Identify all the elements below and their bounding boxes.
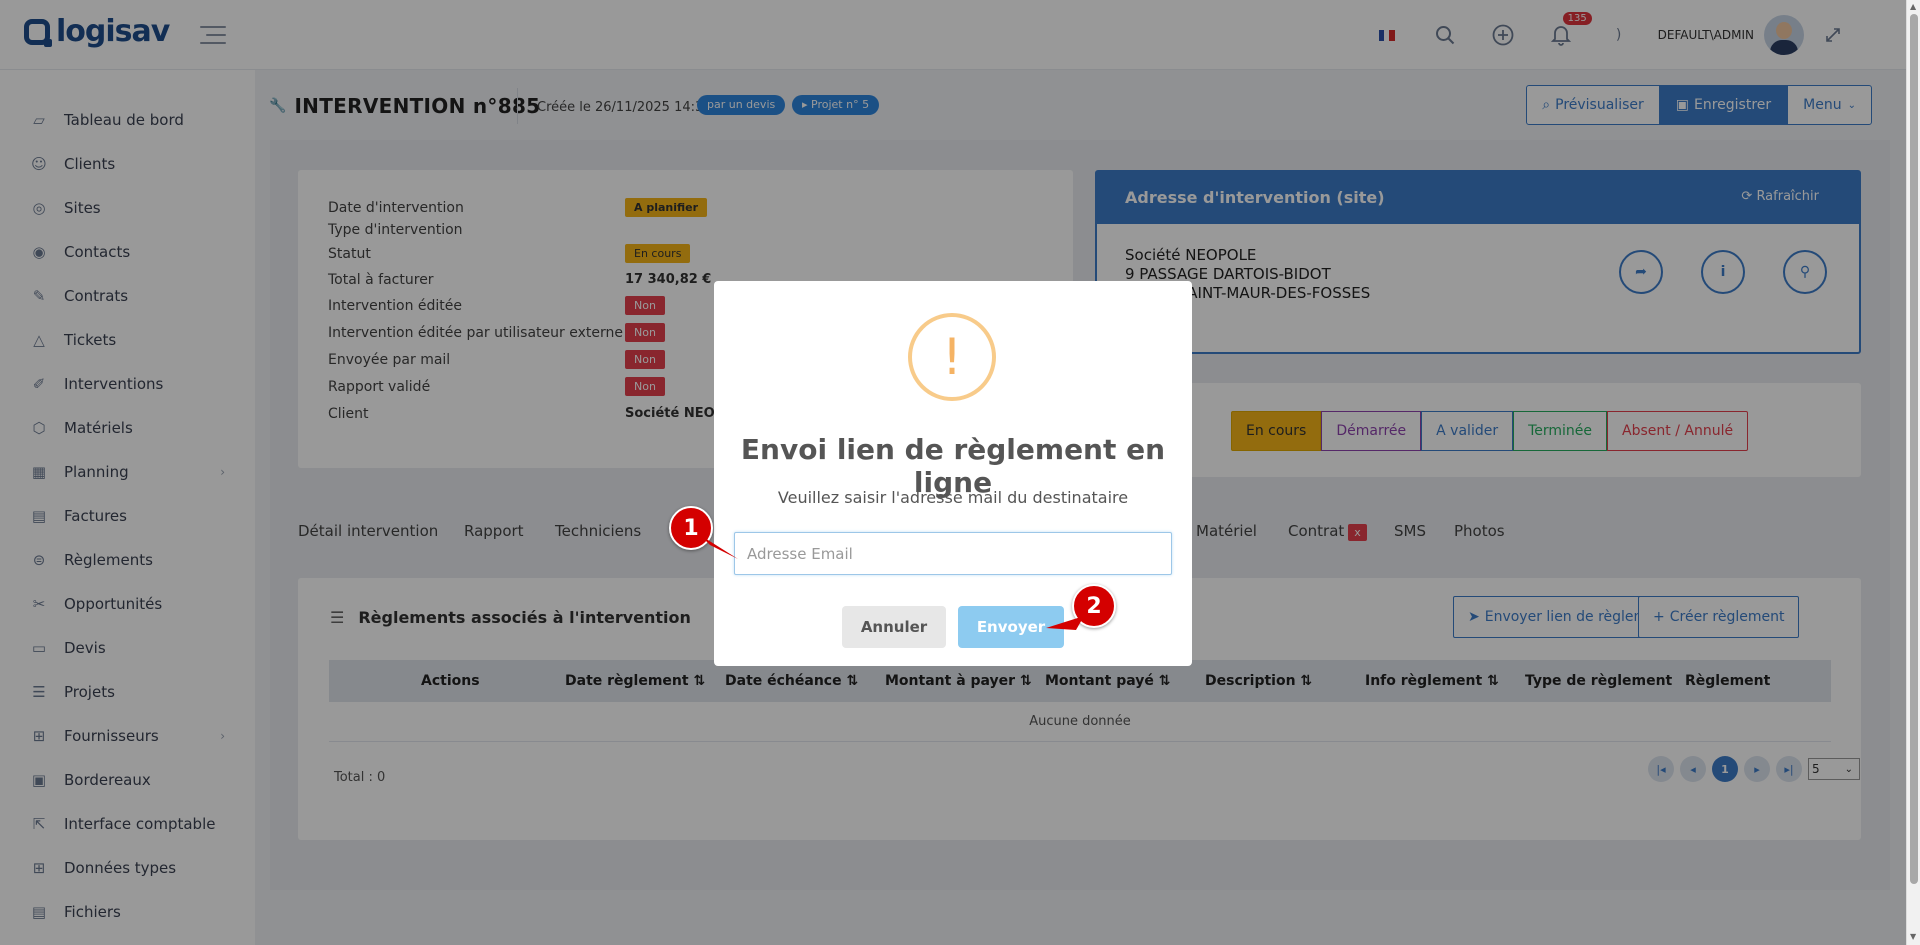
step-pointer-2 bbox=[1046, 616, 1084, 630]
email-field[interactable] bbox=[734, 532, 1172, 575]
scrollbar-thumb[interactable] bbox=[1910, 14, 1918, 884]
step-pointer-1 bbox=[700, 535, 738, 559]
payment-link-dialog: ! Envoi lien de règlement en ligne Veuil… bbox=[714, 281, 1192, 666]
warning-icon: ! bbox=[908, 313, 996, 401]
page-scrollbar[interactable]: ▲ ▼ bbox=[1906, 0, 1920, 945]
dialog-text: Veuillez saisir l'adresse mail du destin… bbox=[777, 488, 1129, 507]
cancel-button[interactable]: Annuler bbox=[842, 606, 946, 648]
scroll-up-icon[interactable]: ▲ bbox=[1910, 2, 1916, 11]
scroll-down-icon[interactable]: ▼ bbox=[1910, 932, 1916, 941]
